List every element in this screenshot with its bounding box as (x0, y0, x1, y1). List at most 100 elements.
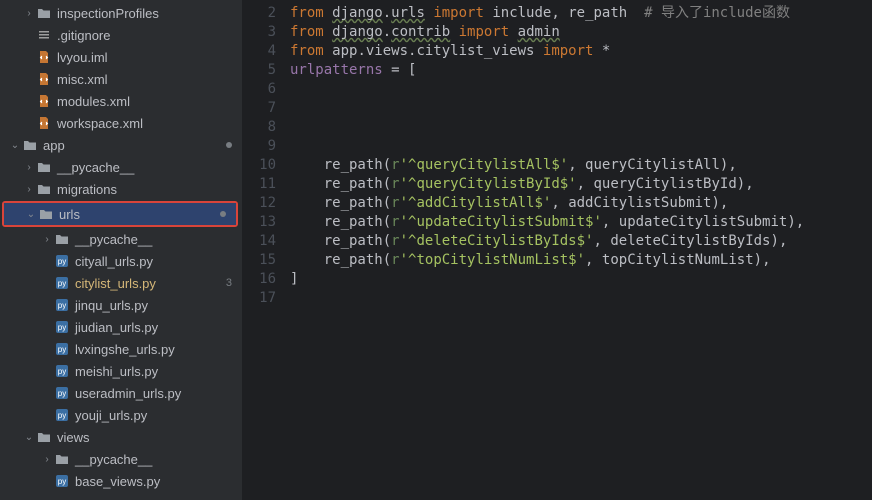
folder-icon (36, 429, 52, 445)
svg-text:py: py (58, 367, 66, 376)
tree-item-label: jiudian_urls.py (75, 320, 242, 335)
py-icon: py (54, 407, 70, 423)
svg-text:py: py (58, 301, 66, 310)
py-icon: py (54, 319, 70, 335)
line-number: 2 (242, 4, 276, 23)
tree-folder-views[interactable]: ⌄ views (0, 426, 242, 448)
py-icon: py (54, 297, 70, 313)
tree-item-label: lvyou.iml (57, 50, 242, 65)
code-line[interactable]: from django.contrib import admin (290, 23, 872, 42)
tree-file-misc.xml[interactable]: misc.xml (0, 68, 242, 90)
code-editor[interactable]: 234567891011121314151617 from django.url… (242, 0, 872, 500)
code-line[interactable] (290, 289, 872, 308)
chevron-icon: › (40, 234, 54, 245)
tree-item-label: base_views.py (75, 474, 242, 489)
folder-icon (36, 181, 52, 197)
tree-item-label: jinqu_urls.py (75, 298, 242, 313)
tree-item-label: views (57, 430, 242, 445)
tree-folder-migrations[interactable]: ›migrations (0, 178, 242, 200)
change-badge: 3 (226, 277, 232, 289)
code-line[interactable]: re_path(r'^queryCitylistById$', queryCit… (290, 175, 872, 194)
line-number: 13 (242, 213, 276, 232)
tree-file-jiudian_urls.py[interactable]: py jiudian_urls.py (0, 316, 242, 338)
project-tree[interactable]: › inspectionProfiles .gitignore lvyou.iml mi… (0, 0, 242, 500)
code-line[interactable]: urlpatterns = [ (290, 61, 872, 80)
tree-file-useradmin_urls.py[interactable]: py useradmin_urls.py (0, 382, 242, 404)
tree-file-cityall_urls.py[interactable]: pycityall_urls.py (0, 250, 242, 272)
tree-folder-app[interactable]: ⌄app (0, 134, 242, 156)
code-line[interactable]: ] (290, 270, 872, 289)
code-line[interactable]: re_path(r'^updateCitylistSubmit$', updat… (290, 213, 872, 232)
folder-icon (36, 5, 52, 21)
py-icon: py (54, 341, 70, 357)
svg-text:py: py (58, 323, 66, 332)
tree-item-label: __pycache__ (57, 160, 242, 175)
tree-file-meishi_urls.py[interactable]: py meishi_urls.py (0, 360, 242, 382)
chevron-icon: ⌄ (24, 209, 38, 220)
chevron-icon: › (40, 454, 54, 465)
py-icon: py (54, 275, 70, 291)
xml-icon (36, 115, 52, 131)
tree-item-label: __pycache__ (75, 452, 242, 467)
line-number: 14 (242, 232, 276, 251)
code-line[interactable] (290, 99, 872, 118)
tree-folder-__pycache__[interactable]: › __pycache__ (0, 228, 242, 250)
code-line[interactable]: re_path(r'^addCitylistAll$', addCitylist… (290, 194, 872, 213)
code-line[interactable] (290, 137, 872, 156)
modified-dot-icon (226, 142, 232, 148)
tree-item-label: citylist_urls.py (75, 276, 226, 291)
svg-text:py: py (58, 477, 66, 486)
code-line[interactable]: from django.urls import include, re_path… (290, 4, 872, 23)
tree-file-citylist_urls.py[interactable]: py citylist_urls.py3 (0, 272, 242, 294)
chevron-icon: › (22, 8, 36, 19)
modified-dot-icon (220, 211, 226, 217)
code-line[interactable]: re_path(r'^deleteCitylistByIds$', delete… (290, 232, 872, 251)
gitignore-icon (36, 27, 52, 43)
tree-item-label: useradmin_urls.py (75, 386, 242, 401)
tree-item-label: meishi_urls.py (75, 364, 242, 379)
tree-folder-__pycache__[interactable]: › __pycache__ (0, 156, 242, 178)
code-line[interactable]: from app.views.citylist_views import * (290, 42, 872, 61)
tree-file-lvxingshe_urls.py[interactable]: pylvxingshe_urls.py (0, 338, 242, 360)
tree-item-label: urls (59, 207, 220, 222)
folder-icon (54, 451, 70, 467)
line-number: 11 (242, 175, 276, 194)
svg-text:py: py (58, 411, 66, 420)
tree-file-jinqu_urls.py[interactable]: py jinqu_urls.py (0, 294, 242, 316)
xml-icon (36, 71, 52, 87)
code-area[interactable]: from django.urls import include, re_path… (290, 0, 872, 500)
code-line[interactable] (290, 80, 872, 99)
tree-folder-urls[interactable]: ⌄ urls (4, 203, 236, 225)
tree-file-modules.xml[interactable]: modules.xml (0, 90, 242, 112)
line-number: 7 (242, 99, 276, 118)
tree-file-lvyou.iml[interactable]: lvyou.iml (0, 46, 242, 68)
tree-item-label: misc.xml (57, 72, 242, 87)
chevron-icon: › (22, 184, 36, 195)
svg-text:py: py (58, 279, 66, 288)
svg-text:py: py (58, 345, 66, 354)
code-line[interactable]: re_path(r'^topCitylistNumList$', topCity… (290, 251, 872, 270)
tree-file-youji_urls.py[interactable]: pyyouji_urls.py (0, 404, 242, 426)
tree-item-label: __pycache__ (75, 232, 242, 247)
chevron-icon: ⌄ (22, 432, 36, 443)
chevron-icon: › (22, 162, 36, 173)
tree-folder-inspectionProfiles[interactable]: › inspectionProfiles (0, 2, 242, 24)
xml-icon (36, 93, 52, 109)
code-line[interactable]: re_path(r'^queryCitylistAll$', queryCity… (290, 156, 872, 175)
line-number: 17 (242, 289, 276, 308)
xml-icon (36, 49, 52, 65)
folder-icon (22, 137, 38, 153)
tree-item-label: workspace.xml (57, 116, 242, 131)
line-number: 12 (242, 194, 276, 213)
svg-text:py: py (58, 257, 66, 266)
py-icon: py (54, 385, 70, 401)
tree-folder-__pycache__[interactable]: › __pycache__ (0, 448, 242, 470)
tree-file-.gitignore[interactable]: .gitignore (0, 24, 242, 46)
line-number: 9 (242, 137, 276, 156)
tree-item-label: app (43, 138, 226, 153)
code-line[interactable] (290, 118, 872, 137)
tree-item-label: inspectionProfiles (57, 6, 242, 21)
tree-file-base_views.py[interactable]: py base_views.py (0, 470, 242, 492)
tree-file-workspace.xml[interactable]: workspace.xml (0, 112, 242, 134)
py-icon: py (54, 363, 70, 379)
